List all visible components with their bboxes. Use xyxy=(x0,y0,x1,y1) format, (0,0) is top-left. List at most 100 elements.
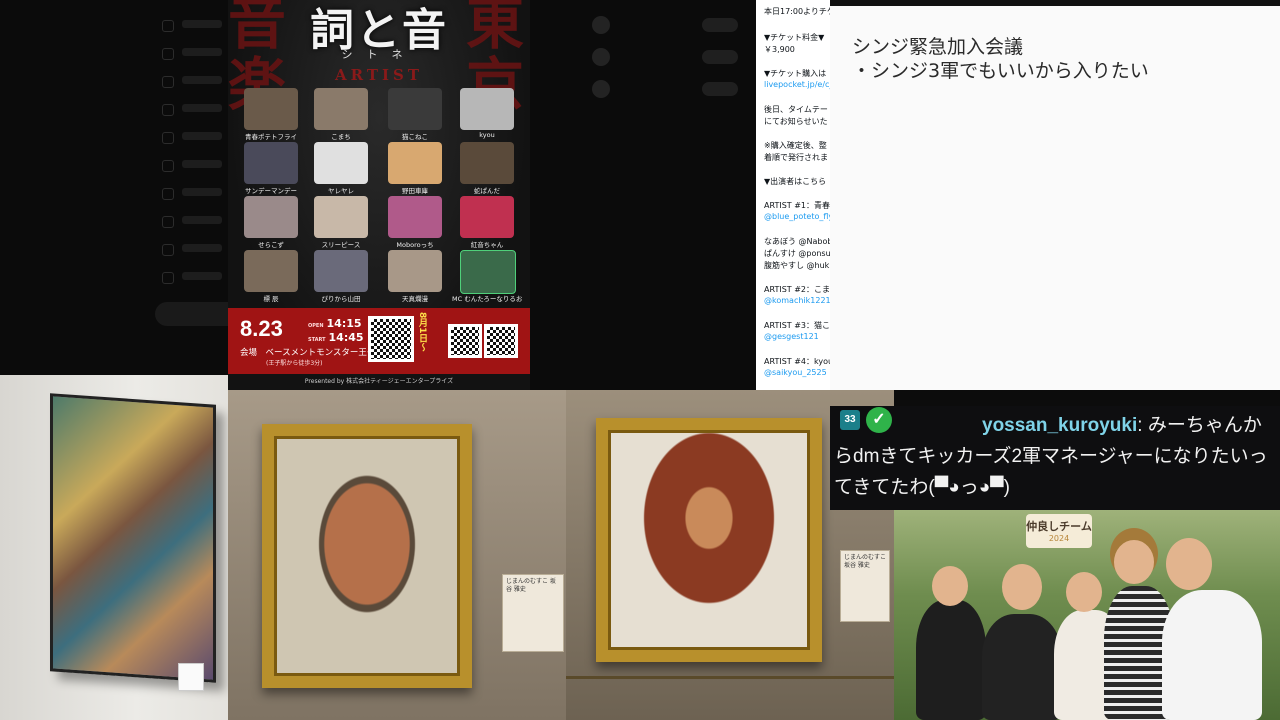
tweet-link[interactable]: livepocket.jp/e/c_ xyxy=(764,80,830,89)
artist-photo xyxy=(244,142,298,184)
poster-ticket-note: 8月1日〜 xyxy=(417,312,427,352)
tweet-mention[interactable]: @gesgest121 xyxy=(764,332,819,341)
follow-button[interactable] xyxy=(702,82,738,96)
group-photo: 仲良しチーム 2024 xyxy=(894,510,1280,720)
tweet-mention[interactable]: @saikyou_2525 xyxy=(764,368,827,377)
painting-label-card: じまんのむすこ 坂谷 雅史 xyxy=(502,574,564,652)
tweet-line: ぱんすけ @ponsu xyxy=(764,249,830,258)
start-time: 14:45 xyxy=(328,331,364,344)
nav-icon xyxy=(162,48,174,60)
nav-item[interactable] xyxy=(158,212,228,232)
artist-cell: ヤレヤレ xyxy=(306,142,376,198)
artist-name: サンデーマンデー xyxy=(245,187,297,195)
chat-message-block: 33 ✓ yossan_kuroyuki: みーちゃんからdmきてキッカーズ2軍… xyxy=(834,407,1278,503)
artist-name: こまち xyxy=(331,133,351,141)
suggested-account[interactable] xyxy=(592,48,756,70)
poster-venue-note: (王子駅から徒歩3分) xyxy=(266,360,323,367)
artist-name: ヤレヤレ xyxy=(328,187,354,195)
event-poster: 音楽 東京 詞と音 シトネ ARTIST 青春ポテトフライ こまち 猫こねこ k… xyxy=(228,0,530,390)
tweet-mention[interactable]: @blue_poteto_fly xyxy=(764,212,830,221)
artist-cell: スリーピース xyxy=(306,196,376,252)
nav-item[interactable] xyxy=(158,44,228,64)
tweet-line: ▼出演者はこちら xyxy=(764,177,827,186)
follow-button[interactable] xyxy=(702,50,738,64)
person-head xyxy=(932,566,968,606)
tweet-line: ￥3,900 xyxy=(764,45,795,54)
artist-cell: こまち xyxy=(306,88,376,144)
poster-qr-code xyxy=(368,316,414,362)
gallery-laughing-portrait: じまんのむすこ 坂谷 雅史 xyxy=(228,390,566,720)
nav-icon xyxy=(162,132,174,144)
nav-icon xyxy=(162,104,174,116)
tweet-line: 本日17:00よりチケ xyxy=(764,7,830,16)
poster-times: OPEN 14:15 START 14:45 xyxy=(308,318,364,346)
avatar xyxy=(592,16,610,34)
avatar xyxy=(592,48,610,66)
nav-item[interactable] xyxy=(158,184,228,204)
meeting-note: シンジ緊急加入会議 ・シンジ3軍でもいいから入りたい xyxy=(830,0,1280,390)
artist-cell: せらこず xyxy=(236,196,306,252)
post-button[interactable] xyxy=(155,302,228,326)
chat-username[interactable]: yossan_kuroyuki xyxy=(982,415,1137,436)
venue-name: ベースメントモンスター王子 xyxy=(265,348,376,358)
artist-cell: 猫こねこ xyxy=(380,88,450,144)
nav-item[interactable] xyxy=(158,72,228,92)
person-head xyxy=(1002,564,1042,610)
nav-item[interactable] xyxy=(158,16,228,36)
tweet-line: ARTIST #3：猫こね xyxy=(764,321,830,330)
nav-item[interactable] xyxy=(158,100,228,120)
painting-label-plate xyxy=(178,663,204,691)
note-top-bar xyxy=(830,0,1280,6)
suggested-account[interactable] xyxy=(592,80,756,102)
nav-icon xyxy=(162,160,174,172)
artist-name: せらこず xyxy=(258,241,284,249)
nav-item[interactable] xyxy=(158,268,228,288)
artist-photo xyxy=(460,88,514,130)
artist-photo xyxy=(244,250,298,292)
twitter-sidebar-left xyxy=(0,0,228,375)
person xyxy=(1162,590,1262,720)
poster-info-band: 8.23 OPEN 14:15 START 14:45 会場 ベースメントモンスター… xyxy=(228,308,530,374)
artist-name: 蛇ぱんだ xyxy=(474,187,500,195)
subscriber-badge: 33 xyxy=(840,410,860,430)
tweet-line: なあぼう @Nabob xyxy=(764,237,830,246)
gallery-cubist-painting xyxy=(0,375,228,720)
artist-name: スリーピース xyxy=(321,241,361,249)
person-head xyxy=(1166,538,1212,590)
tweet-line: ARTIST #4：kyou xyxy=(764,357,830,366)
artist-photo xyxy=(388,88,442,130)
person-head xyxy=(1066,572,1102,612)
artist-name: MC むんたろーなりるお xyxy=(452,295,523,303)
tweet-mention[interactable]: @komachik1221 xyxy=(764,296,830,305)
suggested-account[interactable] xyxy=(592,16,756,38)
artist-name: kyou xyxy=(479,131,495,139)
artist-photo xyxy=(314,250,368,292)
person xyxy=(916,600,986,720)
follow-button[interactable] xyxy=(702,18,738,32)
poster-date: 8.23 xyxy=(240,316,283,341)
artist-cell: MC むんたろーなりるお xyxy=(452,250,522,306)
note-bullet: ・シンジ3軍でもいいから入りたい xyxy=(852,60,1149,82)
nav-item[interactable] xyxy=(158,128,228,148)
painting-label-card: じまんのむすこ 坂谷 雅史 xyxy=(840,550,890,622)
nav-item[interactable] xyxy=(158,240,228,260)
tweet-line: ARTIST #1：青春ポ xyxy=(764,201,830,210)
start-label: START xyxy=(308,337,326,343)
tweet-line: ▼チケット購入は xyxy=(764,69,827,78)
tweet-line: にてお知らせいた xyxy=(764,117,828,126)
team-sign: 仲良しチーム 2024 xyxy=(1026,514,1092,548)
cubist-portrait-canvas xyxy=(50,393,216,683)
nav-icon xyxy=(162,188,174,200)
twitch-chat-message: 33 ✓ yossan_kuroyuki: みーちゃんからdmきてキッカーズ2軍… xyxy=(830,406,1280,510)
artist-cell: サンデーマンデー xyxy=(236,142,306,198)
artist-cell: Moboroっち xyxy=(380,196,450,252)
gallery-rope-rail xyxy=(566,676,894,679)
nav-item[interactable] xyxy=(158,156,228,176)
artist-cell: 青春ポテトフライ xyxy=(236,88,306,144)
artist-photo xyxy=(388,250,442,292)
chat-badges: 33 ✓ xyxy=(834,407,982,433)
artist-photo xyxy=(314,142,368,184)
tweet-line: ARTIST #2：こまち xyxy=(764,285,830,294)
person xyxy=(982,614,1062,720)
person-head xyxy=(1114,540,1154,584)
